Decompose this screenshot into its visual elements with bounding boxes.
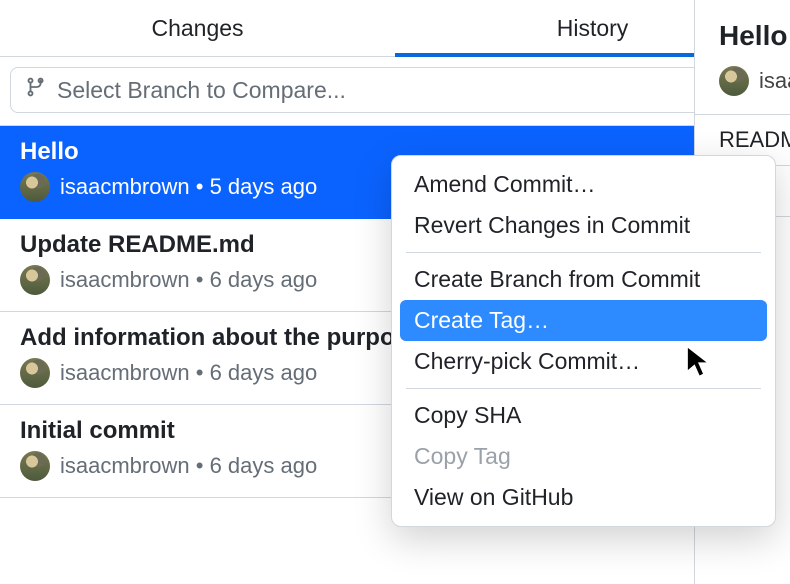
ctx-create-branch[interactable]: Create Branch from Commit [400,259,767,300]
detail-meta: isaa [695,60,790,114]
detail-author: isaa [759,68,790,94]
ctx-copy-tag: Copy Tag [400,436,767,477]
avatar [20,451,50,481]
separator-dot: • [196,267,204,293]
commit-time: 6 days ago [210,360,318,385]
branch-compare-select[interactable]: Select Branch to Compare... [10,67,780,113]
avatar [20,358,50,388]
branch-compare-placeholder: Select Branch to Compare... [57,77,346,104]
commit-author: isaacmbrown [60,360,190,385]
ctx-separator [406,252,761,253]
compare-section: Select Branch to Compare... [0,57,790,126]
ctx-cherry-pick[interactable]: Cherry-pick Commit… [400,341,767,382]
commit-author: isaacmbrown [60,174,190,199]
separator-dot: • [196,174,204,200]
ctx-view-on-github[interactable]: View on GitHub [400,477,767,518]
separator-dot: • [196,360,204,386]
commit-time: 5 days ago [210,174,318,199]
commit-author: isaacmbrown [60,453,190,478]
separator-dot: • [196,453,204,479]
detail-title: Hello [695,0,790,60]
ctx-amend-commit[interactable]: Amend Commit… [400,164,767,205]
avatar [20,172,50,202]
tab-changes[interactable]: Changes [0,0,395,56]
ctx-copy-sha[interactable]: Copy SHA [400,395,767,436]
commit-author: isaacmbrown [60,267,190,292]
avatar [20,265,50,295]
commit-context-menu: Amend Commit… Revert Changes in Commit C… [391,155,776,527]
ctx-create-tag[interactable]: Create Tag… [400,300,767,341]
git-compare-icon [25,76,47,104]
commit-time: 6 days ago [210,267,318,292]
commit-time: 6 days ago [210,453,318,478]
sidebar-tabs: Changes History [0,0,790,57]
ctx-revert-changes[interactable]: Revert Changes in Commit [400,205,767,246]
avatar [719,66,749,96]
ctx-separator [406,388,761,389]
